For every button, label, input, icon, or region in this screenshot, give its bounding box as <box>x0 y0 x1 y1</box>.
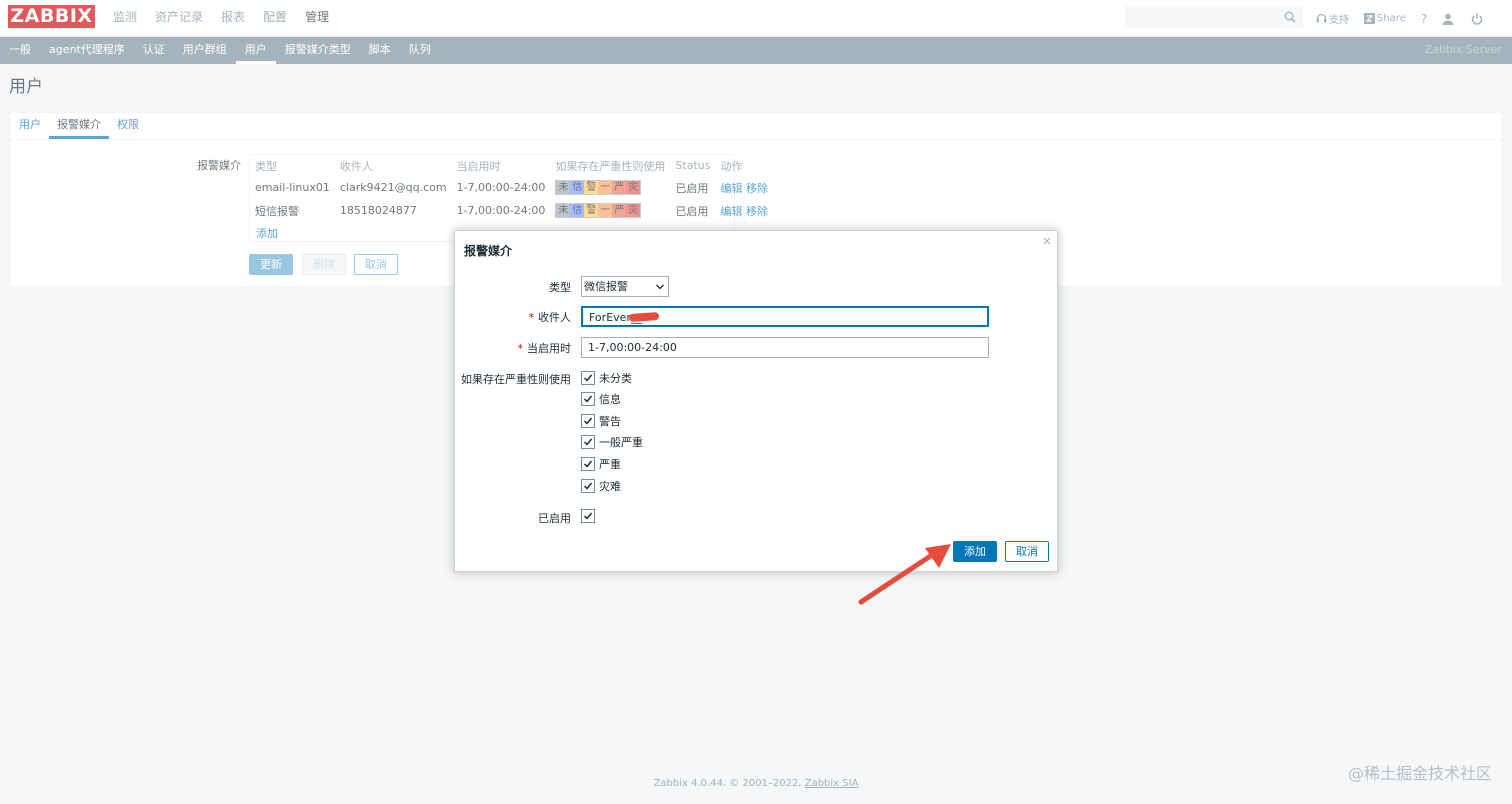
severity-average-checkbox[interactable]: 一般严重 <box>581 434 643 450</box>
check-icon <box>583 438 593 446</box>
checkbox[interactable] <box>581 457 595 471</box>
when-active-input[interactable]: 1-7,00:00-24:00 <box>581 337 989 358</box>
check-icon <box>583 417 593 425</box>
checkbox[interactable] <box>581 435 595 449</box>
footer: Zabbix 4.0.44. © 2001–2022, Zabbix SIA <box>0 778 1512 789</box>
footer-text: Zabbix 4.0.44. © 2001–2022, <box>653 778 805 789</box>
watermark: @稀土掘金技术社区 <box>1347 764 1492 783</box>
checkbox[interactable] <box>581 392 595 406</box>
severity-information-checkbox[interactable]: 信息 <box>581 391 621 407</box>
severity-option-label: 未分类 <box>599 372 632 385</box>
checkbox[interactable] <box>581 414 595 428</box>
severity-option-label: 灾难 <box>599 480 621 493</box>
recipient-label-text: 收件人 <box>538 311 571 324</box>
type-select[interactable]: 微信报警 <box>581 276 669 297</box>
required-marker: * <box>528 311 535 324</box>
severity-disaster-checkbox[interactable]: 灾难 <box>581 478 621 494</box>
chevron-down-icon <box>656 284 664 290</box>
recipient-input[interactable]: ForEver__ <box>581 306 989 327</box>
checkbox[interactable] <box>581 371 595 385</box>
severity-option-label: 警告 <box>599 415 621 428</box>
close-icon[interactable]: × <box>1042 234 1052 248</box>
enabled-label: 已启用 <box>538 512 571 525</box>
required-marker: * <box>517 342 524 355</box>
severity-option-label: 一般严重 <box>599 436 643 449</box>
severity-high-checkbox[interactable]: 严重 <box>581 456 621 472</box>
annotation-arrow-icon <box>858 544 951 605</box>
severity-label: 如果存在严重性则使用 <box>461 373 571 386</box>
check-icon <box>583 374 593 382</box>
footer-link[interactable]: Zabbix SIA <box>805 778 859 789</box>
type-selected-value: 微信报警 <box>584 280 628 293</box>
checkbox[interactable] <box>581 479 595 493</box>
severity-not-classified-checkbox[interactable]: 未分类 <box>581 370 632 386</box>
check-icon <box>583 512 593 520</box>
media-dialog: 报警媒介 × 类型 微信报警 * 收件人 ForEver__ * 当启用时 1-7,… <box>454 230 1058 572</box>
redaction-mark <box>628 311 660 323</box>
when-active-label-text: 当启用时 <box>527 342 571 355</box>
severity-option-label: 严重 <box>599 458 621 471</box>
check-icon <box>583 395 593 403</box>
recipient-label: * 收件人 <box>529 309 572 325</box>
when-active-label: * 当启用时 <box>518 340 572 356</box>
dialog-cancel-button[interactable]: 取消 <box>1005 541 1049 562</box>
check-icon <box>583 482 593 490</box>
type-label: 类型 <box>549 281 571 294</box>
checkbox[interactable] <box>581 509 595 523</box>
severity-warning-checkbox[interactable]: 警告 <box>581 413 621 429</box>
check-icon <box>583 460 593 468</box>
enabled-checkbox[interactable] <box>581 509 599 523</box>
severity-option-label: 信息 <box>599 393 621 406</box>
dialog-title: 报警媒介 <box>464 244 513 258</box>
add-button[interactable]: 添加 <box>953 541 997 562</box>
